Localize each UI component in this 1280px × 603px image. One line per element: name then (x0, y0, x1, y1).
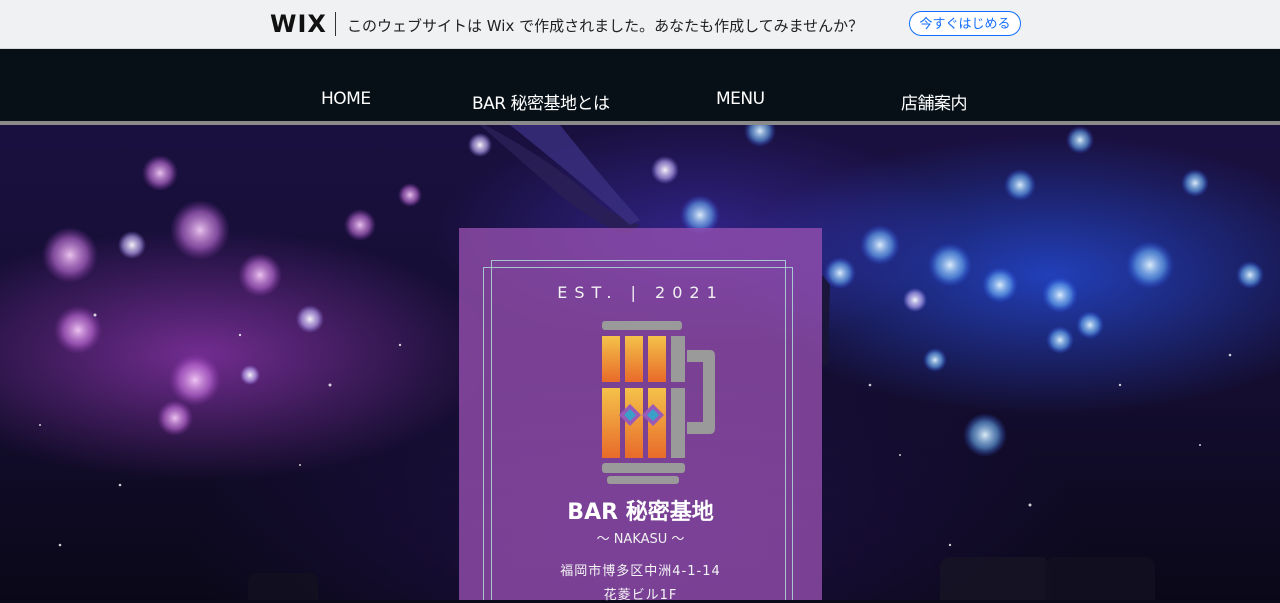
banner-divider (335, 12, 336, 36)
start-now-button[interactable]: 今すぐはじめる (909, 11, 1021, 36)
established-year: EST. | 2021 (557, 283, 724, 302)
wix-promo-banner: WIX このウェブサイトは Wix で作成されました。あなたも作成してみませんか… (0, 0, 1280, 49)
nav-item-store-info[interactable]: 店舗案内 (901, 89, 968, 114)
wix-promo-message: このウェブサイトは Wix で作成されました。あなたも作成してみませんか？ (347, 17, 864, 35)
nav-item-menu[interactable]: MENU (716, 89, 765, 109)
nav-item-about[interactable]: BAR 秘密基地とは (472, 89, 610, 114)
bar-name-title: BAR 秘密基地 (567, 500, 714, 525)
main-navigation: HOME BAR 秘密基地とは MENU 店舗案内 (0, 49, 1280, 121)
wix-logo[interactable]: WIX (270, 10, 327, 38)
nav-item-home[interactable]: HOME (321, 89, 371, 109)
beer-mug-logo-icon (595, 318, 720, 490)
address-line-1: 福岡市博多区中洲4-1-14 (560, 564, 721, 579)
address-line-2: 花菱ビル1F (603, 588, 678, 603)
location-subtitle: ～ NAKASU ～ (596, 532, 685, 547)
